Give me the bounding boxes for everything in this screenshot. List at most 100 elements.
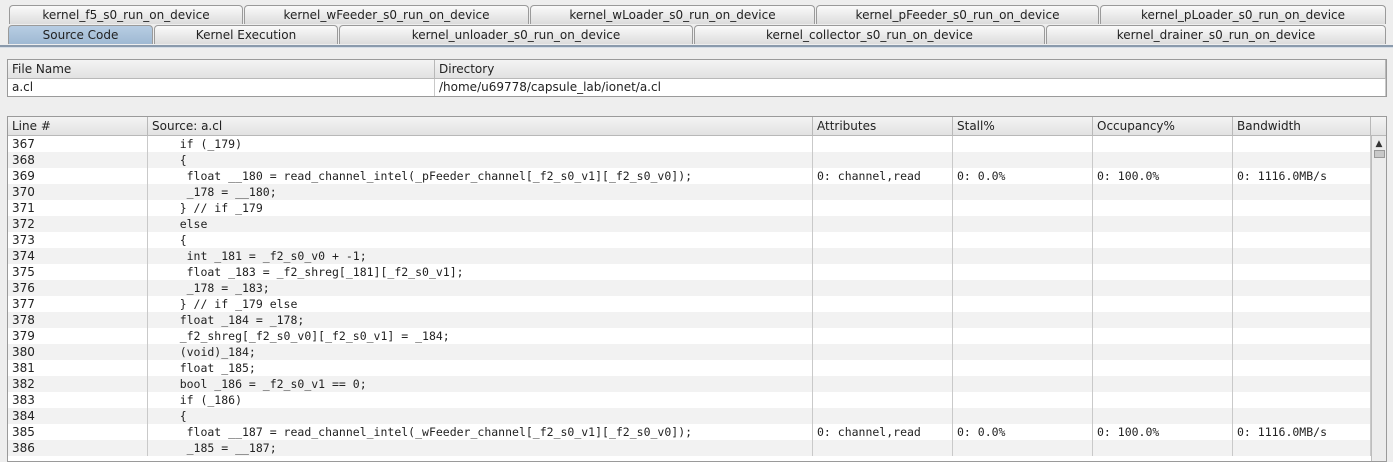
source-cell: float _184 = _178; bbox=[148, 312, 813, 328]
source-cell: _178 = _183; bbox=[148, 280, 813, 296]
table-row[interactable]: 371 } // if _179 bbox=[8, 200, 1371, 216]
scroll-up-arrow-icon[interactable]: ▲ bbox=[1373, 138, 1385, 150]
occupancy-cell: 0: 100.0% bbox=[1093, 424, 1233, 440]
table-row[interactable]: 384 { bbox=[8, 408, 1371, 424]
bandwidth-cell bbox=[1233, 280, 1371, 296]
source-cell: _178 = __180; bbox=[148, 184, 813, 200]
tab-kernel-ploader[interactable]: kernel_pLoader_s0_run_on_device bbox=[1100, 5, 1386, 24]
table-row[interactable]: 372 else bbox=[8, 216, 1371, 232]
table-row[interactable]: 378 float _184 = _178; bbox=[8, 312, 1371, 328]
source-cell: _185 = __187; bbox=[148, 440, 813, 456]
occupancy-cell bbox=[1093, 360, 1233, 376]
occupancy-cell bbox=[1093, 280, 1233, 296]
stall-cell bbox=[953, 408, 1093, 424]
file-row[interactable]: a.cl /home/u69778/capsule_lab/ionet/a.cl bbox=[8, 79, 1386, 96]
tab-kernel-drainer[interactable]: kernel_drainer_s0_run_on_device bbox=[1046, 25, 1386, 44]
attributes-cell bbox=[813, 216, 953, 232]
bandwidth-cell bbox=[1233, 264, 1371, 280]
bandwidth-cell bbox=[1233, 248, 1371, 264]
header-directory[interactable]: Directory bbox=[435, 60, 1386, 79]
header-bandwidth[interactable]: Bandwidth bbox=[1233, 117, 1371, 136]
occupancy-cell bbox=[1093, 184, 1233, 200]
table-row[interactable]: 368 { bbox=[8, 152, 1371, 168]
attributes-cell bbox=[813, 440, 953, 456]
table-row[interactable]: 381 float _185; bbox=[8, 360, 1371, 376]
source-cell: float _183 = _f2_shreg[_181][_f2_s0_v1]; bbox=[148, 264, 813, 280]
line-number-cell: 369 bbox=[8, 168, 148, 184]
occupancy-cell bbox=[1093, 312, 1233, 328]
tab-kernel-wfeeder[interactable]: kernel_wFeeder_s0_run_on_device bbox=[244, 5, 529, 24]
table-row[interactable]: 377 } // if _179 else bbox=[8, 296, 1371, 312]
file-name-cell: a.cl bbox=[8, 79, 435, 96]
table-row[interactable]: 373 { bbox=[8, 232, 1371, 248]
stall-cell bbox=[953, 152, 1093, 168]
table-row[interactable]: 369 float __180 = read_channel_intel(_pF… bbox=[8, 168, 1371, 184]
source-cell: { bbox=[148, 232, 813, 248]
attributes-cell bbox=[813, 184, 953, 200]
line-number-cell: 386 bbox=[8, 440, 148, 456]
line-number-cell: 375 bbox=[8, 264, 148, 280]
table-row[interactable]: 379 _f2_shreg[_f2_s0_v0][_f2_s0_v1] = _1… bbox=[8, 328, 1371, 344]
occupancy-cell bbox=[1093, 152, 1233, 168]
bandwidth-cell bbox=[1233, 392, 1371, 408]
header-occupancy[interactable]: Occupancy% bbox=[1093, 117, 1233, 136]
scroll-thumb[interactable] bbox=[1374, 150, 1385, 158]
line-number-cell: 377 bbox=[8, 296, 148, 312]
stall-cell bbox=[953, 200, 1093, 216]
attributes-cell bbox=[813, 392, 953, 408]
attributes-cell bbox=[813, 280, 953, 296]
source-rows: 367 if (_179) 368 {369 float __180 = read… bbox=[8, 136, 1372, 461]
bandwidth-cell bbox=[1233, 200, 1371, 216]
occupancy-cell bbox=[1093, 408, 1233, 424]
stall-cell bbox=[953, 312, 1093, 328]
source-cell: if (_179) bbox=[148, 136, 813, 152]
table-row[interactable]: 380 (void)_184; bbox=[8, 344, 1371, 360]
tab-kernel-pfeeder[interactable]: kernel_pFeeder_s0_run_on_device bbox=[816, 5, 1099, 24]
stall-cell bbox=[953, 264, 1093, 280]
vertical-scrollbar[interactable]: ▲ bbox=[1371, 136, 1386, 461]
directory-cell: /home/u69778/capsule_lab/ionet/a.cl bbox=[435, 79, 1386, 96]
header-attributes[interactable]: Attributes bbox=[813, 117, 953, 136]
table-row[interactable]: 367 if (_179) bbox=[8, 136, 1371, 152]
bandwidth-cell bbox=[1233, 376, 1371, 392]
bandwidth-cell bbox=[1233, 328, 1371, 344]
occupancy-cell bbox=[1093, 216, 1233, 232]
bandwidth-cell bbox=[1233, 152, 1371, 168]
table-row[interactable]: 375 float _183 = _f2_shreg[_181][_f2_s0_… bbox=[8, 264, 1371, 280]
tab-source-code[interactable]: Source Code bbox=[8, 25, 153, 44]
occupancy-cell: 0: 100.0% bbox=[1093, 168, 1233, 184]
occupancy-cell bbox=[1093, 376, 1233, 392]
source-cell: float __180 = read_channel_intel(_pFeede… bbox=[148, 168, 813, 184]
table-row[interactable]: 383 if (_186) bbox=[8, 392, 1371, 408]
tab-kernel-collector[interactable]: kernel_collector_s0_run_on_device bbox=[694, 25, 1045, 44]
line-number-cell: 370 bbox=[8, 184, 148, 200]
bandwidth-cell bbox=[1233, 232, 1371, 248]
line-number-cell: 372 bbox=[8, 216, 148, 232]
table-row[interactable]: 370 _178 = __180; bbox=[8, 184, 1371, 200]
stall-cell bbox=[953, 440, 1093, 456]
table-row[interactable]: 386 _185 = __187; bbox=[8, 440, 1371, 456]
occupancy-cell bbox=[1093, 296, 1233, 312]
line-number-cell: 379 bbox=[8, 328, 148, 344]
line-number-cell: 382 bbox=[8, 376, 148, 392]
bandwidth-cell bbox=[1233, 344, 1371, 360]
attributes-cell bbox=[813, 152, 953, 168]
stall-cell bbox=[953, 360, 1093, 376]
attributes-cell: 0: channel,read bbox=[813, 424, 953, 440]
header-line-number[interactable]: Line # bbox=[8, 117, 148, 136]
attributes-cell bbox=[813, 232, 953, 248]
header-source[interactable]: Source: a.cl bbox=[148, 117, 813, 136]
tab-kernel-execution[interactable]: Kernel Execution bbox=[154, 25, 338, 44]
stall-cell bbox=[953, 280, 1093, 296]
occupancy-cell bbox=[1093, 344, 1233, 360]
table-row[interactable]: 376 _178 = _183; bbox=[8, 280, 1371, 296]
header-stall[interactable]: Stall% bbox=[953, 117, 1093, 136]
table-row[interactable]: 385 float __187 = read_channel_intel(_wF… bbox=[8, 424, 1371, 440]
tab-kernel-unloader[interactable]: kernel_unloader_s0_run_on_device bbox=[339, 25, 693, 44]
table-row[interactable]: 382 bool _186 = _f2_s0_v1 == 0; bbox=[8, 376, 1371, 392]
header-file-name[interactable]: File Name bbox=[8, 60, 435, 79]
tab-kernel-f5[interactable]: kernel_f5_s0_run_on_device bbox=[9, 5, 243, 24]
tab-kernel-wloader[interactable]: kernel_wLoader_s0_run_on_device bbox=[530, 5, 815, 24]
table-row[interactable]: 374 int _181 = _f2_s0_v0 + -1; bbox=[8, 248, 1371, 264]
source-cell: { bbox=[148, 408, 813, 424]
